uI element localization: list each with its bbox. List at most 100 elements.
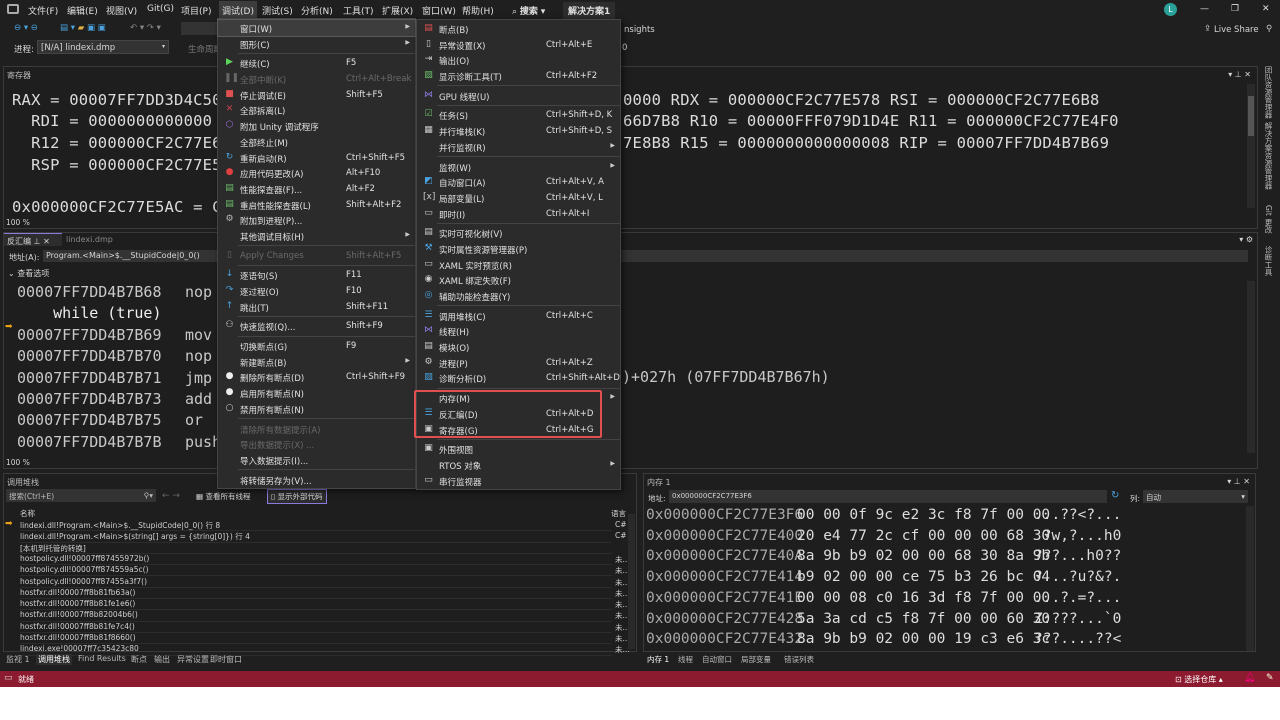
menu-item[interactable]: ⇥ 输出(O) [417,52,620,68]
menu-item[interactable]: ▤ 性能探查器(F)... Alt+F2 [218,181,415,197]
menu-item[interactable]: 图形(C) ▶ [218,36,415,52]
menu-item[interactable]: ⚒ 实时属性资源管理器(P) [417,241,620,257]
menu-item[interactable]: 其他调试目标(H) ▶ [218,228,415,244]
memory-ascii[interactable]: ...?.=?... [1034,590,1121,606]
menu-item[interactable]: ☰ 调用堆栈(C) Ctrl+Alt+C [417,308,620,324]
pin-icon[interactable]: ⊥ [34,237,41,246]
menu-item[interactable]: ◉ XAML 绑定失败(F) [417,272,620,288]
panel-options-icon[interactable]: ▾ ⊥ ✕ [1227,477,1250,486]
memory-bytes[interactable]: 5a 3a cd c5 f8 7f 00 00 60 30 [797,611,1050,627]
menu-6[interactable]: 测试(S) [262,4,293,17]
menu-4[interactable]: 项目(P) [181,4,211,17]
memory-bytes[interactable]: b9 02 00 00 ce 75 b3 26 bc 04 [797,569,1050,585]
call-stack-row[interactable]: hostpolicy.dll!00007ff874559a5c() [20,565,612,577]
tab-dump-file[interactable]: lindexi.dmp [66,235,113,244]
menu-item[interactable]: 将转储另存为(V)... [218,472,415,488]
menu-item[interactable]: ❚❚ 全部中断(K) Ctrl+Alt+Break [218,71,415,87]
menu-item[interactable]: ⚇ 快速监视(Q)... Shift+F9 [218,318,415,334]
close-button[interactable]: ✕ [1262,4,1270,14]
call-stack-row[interactable]: hostpolicy.dll!00007ff87455a3f7() [20,577,612,588]
bottom-tab[interactable]: 错误列表 [784,654,814,665]
feedback-icon[interactable]: ✎ [1266,673,1274,683]
menu-item[interactable]: ▭ XAML 实时预览(R) [417,257,620,273]
menu-item[interactable]: ▤ 实时可视化树(V) [417,225,620,241]
select-repo-button[interactable]: ⊡ 选择仓库 ▴ [1175,674,1223,685]
menu-item[interactable]: ▦ 并行堆栈(K) Ctrl+Shift+D, S [417,123,620,139]
search-button[interactable]: ⌕ 搜索 ▾ [512,4,545,17]
disassembly-scrollbar[interactable] [1247,281,1255,453]
menu-item[interactable]: ⋈ GPU 线程(U) [417,88,620,104]
menu-item[interactable]: ▭ 即时(I) Ctrl+Alt+I [417,206,620,222]
refresh-icon[interactable]: ↻ [1111,490,1119,501]
menu-item[interactable]: RTOS 对象 ▶ [417,457,620,473]
columns-dropdown[interactable]: 自动 ▾ [1143,490,1248,503]
avatar[interactable]: L [1164,3,1177,16]
memory-ascii[interactable]: Z:???...`0 [1034,611,1121,627]
undo-icon[interactable]: ↶ ▾ ↷ ▾ [130,23,161,33]
menu-7[interactable]: 分析(N) [301,4,333,17]
call-stack-scrollbar[interactable] [628,514,635,649]
memory-ascii[interactable]: ...??<?... [1034,507,1121,523]
memory-ascii[interactable]: ?...?u?&?. [1034,569,1121,585]
bottom-tab[interactable]: 线程 [678,654,693,665]
zoom-level[interactable]: 100 % [6,458,30,467]
menu-item[interactable]: ▨ 显示诊断工具(T) Ctrl+Alt+F2 [417,68,620,84]
call-stack-row[interactable]: hostfxr.dll!00007ff8b82004b6() [20,610,612,622]
menu-item[interactable]: ↻ 重新启动(R) Ctrl+Shift+F5 [218,150,415,166]
menu-item[interactable]: ▣ 外围视图 [417,441,620,457]
memory-bytes[interactable]: 8a 9b b9 02 00 00 19 c3 e6 3c [797,631,1050,647]
memory-bytes[interactable]: 00 00 08 c0 16 3d f8 7f 00 00 [797,590,1050,606]
process-dropdown[interactable]: [N/A] lindexi.dmp ▾ [37,40,169,54]
panel-settings-icon[interactable]: ▾ ⚙ [1239,235,1253,244]
menu-item[interactable]: ⚙ 附加到进程(P)... [218,212,415,228]
memory-ascii[interactable]: ?w,?...h0 [1034,528,1122,544]
side-tab[interactable]: Git 更改 [1263,205,1274,233]
menu-item[interactable]: ⚙ 进程(P) Ctrl+Alt+Z [417,355,620,371]
call-stack-row[interactable]: hostpolicy.dll!00007ff87455972b() [20,554,612,566]
insights-button[interactable]: nsights [624,25,655,35]
menu-2[interactable]: 视图(V) [106,4,137,17]
menu-item[interactable]: ↷ 逐过程(O) F10 [218,283,415,299]
bottom-tab[interactable]: 断点 [131,654,147,665]
menu-item[interactable]: ▭ 串行监视器 [417,473,620,489]
menu-0[interactable]: 文件(F) [28,4,58,17]
menu-item[interactable]: ▶ 继续(C) F5 [218,55,415,71]
bottom-tab[interactable]: 调用堆栈 [36,654,72,665]
menu-item[interactable]: ⋈ 线程(H) [417,323,620,339]
maximize-button[interactable]: ❐ [1231,4,1239,14]
side-tab[interactable]: 解决方案资源管理器 [1263,122,1274,190]
menu-10[interactable]: 窗口(W) [422,4,456,17]
bottom-tab[interactable]: 异常设置 [177,654,209,665]
memory-address-input[interactable]: 0x000000CF2C77E3F6 [669,490,1107,503]
panel-options-icon[interactable]: ▾ ⊥ ✕ [1228,70,1251,79]
view-options-toggle[interactable]: ⌄ 查看选项 [8,268,49,279]
call-stack-row[interactable]: lindexi.dll!Program.<Main>$(string[] arg… [20,531,612,543]
menu-8[interactable]: 工具(T) [343,4,374,17]
menu-item[interactable]: 新建断点(B) ▶ [218,354,415,370]
thread-dropdown[interactable]: 0 [622,43,627,53]
memory-ascii[interactable]: ???....??< [1034,631,1121,647]
memory-bytes[interactable]: 00 00 0f 9c e2 3c f8 7f 00 00 [797,507,1050,523]
menu-item[interactable]: ▤ 重启性能探查器(L) Shift+Alt+F2 [218,197,415,213]
memory-bytes[interactable]: 20 e4 77 2c cf 00 00 00 68 30 [797,528,1050,544]
zoom-level[interactable]: 100 % [6,218,30,227]
menu-item[interactable]: ☑ 任务(S) Ctrl+Shift+D, K [417,107,620,123]
menu-5[interactable]: 调试(D) [219,1,257,18]
menu-item[interactable]: ↓ 逐语句(S) F11 [218,267,415,283]
menu-1[interactable]: 编辑(E) [67,4,98,17]
view-all-threads-button[interactable]: ▦ 查看所有线程 [196,491,250,502]
menu-item[interactable]: ◩ 自动窗口(A) Ctrl+Alt+V, A [417,174,620,190]
menu-item[interactable]: ▯ 异常设置(X) Ctrl+Alt+E [417,37,620,53]
minimize-button[interactable]: — [1200,4,1209,14]
bottom-tab[interactable]: Find Results [78,654,126,663]
menu-item[interactable]: 全部终止(M) [218,134,415,150]
side-tab[interactable]: 诊断工具 [1263,246,1274,276]
config-dropdown[interactable] [181,22,217,35]
menu-item[interactable]: ↑ 跳出(T) Shift+F11 [218,299,415,315]
menu-item[interactable]: 监视(W) ▶ [417,159,620,175]
menu-item[interactable]: 清除所有数据提示(A) [218,421,415,437]
show-external-code-button[interactable]: ▯ 显示外部代码 [267,489,327,504]
call-stack-row[interactable]: hostfxr.dll!00007ff8b81fe1e6() [20,599,612,611]
bottom-tab[interactable]: 内存 1 [647,654,669,665]
menu-item[interactable]: ● 删除所有断点(D) Ctrl+Shift+F9 [218,369,415,385]
